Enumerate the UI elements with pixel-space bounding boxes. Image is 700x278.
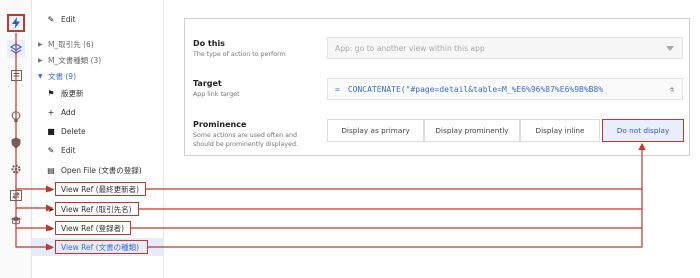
swap-icon[interactable] — [7, 186, 25, 204]
display-inline-button[interactable]: Display inline — [520, 119, 600, 142]
annotation-box — [55, 221, 131, 235]
tree-item-edit-2[interactable]: ✎ Edit — [32, 141, 164, 159]
tree-item-delete[interactable]: ■ Delete — [32, 122, 164, 140]
annotation-box — [55, 202, 139, 216]
file-icon: ▤ — [47, 165, 55, 175]
tree-item-version-update[interactable]: ⚑ 版更新 — [32, 84, 164, 102]
tree-group-label: M_文書種類 (3) — [48, 55, 102, 65]
do-this-label: Do this — [193, 39, 225, 48]
display-prominently-button[interactable]: Display prominently — [424, 119, 520, 142]
tree-group-bunsho[interactable]: ▼ 文書 (9) — [32, 67, 164, 85]
list-icon[interactable] — [7, 66, 25, 84]
layers-icon[interactable] — [7, 40, 25, 58]
tree-item-label: Edit — [61, 14, 76, 24]
target-label: Target — [193, 79, 222, 88]
annotation-box — [55, 240, 148, 254]
chevron-down-icon: ▼ — [38, 72, 43, 80]
tree-item-label: Add — [61, 107, 76, 117]
edit-icon: ✎ — [47, 145, 55, 155]
tree-item-edit[interactable]: ✎ Edit — [32, 10, 164, 28]
edit-icon: ✎ — [47, 14, 55, 24]
tree-item-label: Delete — [61, 126, 86, 136]
prominence-description-2: should be prominently displayed. — [193, 140, 298, 148]
plus-icon: + — [47, 107, 55, 117]
action-type-dropdown[interactable]: App: go to another view within this app — [327, 37, 683, 59]
icon-rail — [0, 0, 32, 278]
tree-item-add[interactable]: + Add — [32, 103, 164, 121]
tree-item-label: 版更新 — [61, 88, 84, 98]
do-not-display-button[interactable]: Do not display — [602, 119, 684, 142]
bulb-icon[interactable] — [7, 108, 25, 126]
annotation-box — [55, 182, 146, 196]
flask-icon[interactable]: ⚗ — [669, 85, 674, 94]
shield-icon[interactable] — [7, 134, 25, 152]
do-this-description: The type of action to perform — [193, 51, 286, 58]
prominence-label: Prominence — [193, 120, 247, 129]
graduation-icon[interactable] — [7, 212, 25, 230]
tree-group-label: M_取引先 (6) — [48, 39, 94, 49]
formula-equals: = — [335, 84, 340, 94]
flag-icon: ⚑ — [47, 88, 55, 98]
target-formula-value: CONCATENATE("#page=detail&table=M_%E6%96… — [347, 84, 604, 94]
action-tree: ✎ Edit ▶ M_取引先 (6) ▶ M_文書種類 (3) ▼ 文書 (9)… — [32, 0, 164, 278]
action-type-value: App: go to another view within this app — [335, 43, 485, 53]
trash-icon: ■ — [47, 126, 55, 136]
tree-item-label: Edit — [61, 145, 76, 155]
lightning-icon[interactable] — [7, 14, 25, 32]
chevron-right-icon: ▶ — [38, 56, 43, 64]
tree-item-open-file[interactable]: ▤ Open File (文書の登録) — [32, 161, 164, 179]
tree-item-label: Open File (文書の登録) — [61, 165, 142, 175]
target-formula-field[interactable]: = CONCATENATE("#page=detail&table=M_%E6%… — [327, 78, 683, 100]
gear-icon[interactable] — [7, 160, 25, 178]
chevron-down-icon — [666, 46, 674, 51]
action-settings-card: Do this The type of action to perform Ap… — [184, 18, 690, 156]
prominence-description-1: Some actions are used often and — [193, 132, 297, 139]
chevron-right-icon: ▶ — [38, 40, 43, 48]
target-description: App link target — [193, 91, 240, 98]
tree-group-label: 文書 (9) — [48, 71, 77, 81]
display-as-primary-button[interactable]: Display as primary — [327, 119, 424, 142]
